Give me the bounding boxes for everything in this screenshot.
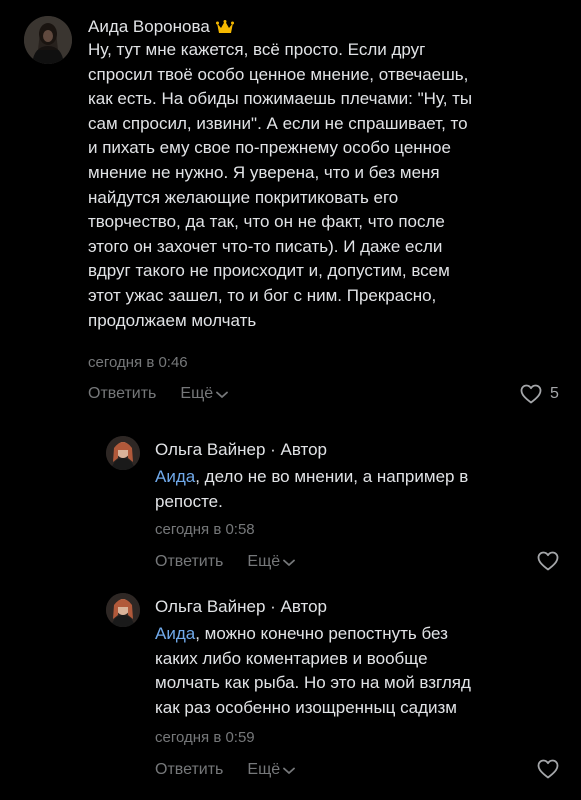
mention-link[interactable]: Аида: [155, 624, 195, 643]
reply-button[interactable]: Ответить: [155, 553, 223, 571]
like-button[interactable]: [537, 759, 559, 779]
comment-text-body: , дело не во мнении, а например в репост…: [155, 467, 469, 511]
more-label: Ещё: [247, 553, 281, 570]
comment-text-body: , можно конечно репостнуть без каких либ…: [155, 624, 471, 717]
comment-text: Аида, можно конечно репостнуть без каких…: [155, 622, 565, 720]
more-button[interactable]: Ещё: [180, 385, 229, 403]
heart-icon: [537, 759, 559, 779]
more-button[interactable]: Ещё: [247, 553, 296, 571]
chevron-down-icon: [216, 391, 229, 398]
heart-icon: [520, 384, 542, 404]
avatar[interactable]: [106, 436, 140, 470]
more-button[interactable]: Ещё: [247, 761, 296, 779]
chevron-down-icon: [283, 559, 296, 566]
avatar[interactable]: [24, 16, 72, 64]
chevron-down-icon: [283, 767, 296, 774]
mention-link[interactable]: Аида: [155, 467, 195, 486]
avatar[interactable]: [106, 593, 140, 627]
reply-button[interactable]: Ответить: [88, 385, 156, 403]
comment-time[interactable]: сегодня в 0:46: [88, 354, 188, 371]
comment-time[interactable]: сегодня в 0:58: [155, 521, 255, 538]
like-count: 5: [550, 385, 559, 402]
like-button[interactable]: 5: [520, 384, 559, 404]
author-name[interactable]: Ольга Вайнер · Автор: [155, 597, 327, 617]
heart-icon: [537, 551, 559, 571]
comment-text: Ну, тут мне кажется, всё просто. Если др…: [88, 40, 473, 330]
crown-icon: [215, 20, 234, 33]
more-label: Ещё: [180, 385, 214, 402]
comment-text: Аида, дело не во мнении, а например в ре…: [155, 465, 565, 514]
author-name[interactable]: Аида Воронова: [88, 17, 210, 37]
author-name[interactable]: Ольга Вайнер · Автор: [155, 440, 327, 460]
like-button[interactable]: [537, 551, 559, 571]
comment-time[interactable]: сегодня в 0:59: [155, 729, 255, 746]
more-label: Ещё: [247, 761, 281, 778]
reply-button[interactable]: Ответить: [155, 761, 223, 779]
